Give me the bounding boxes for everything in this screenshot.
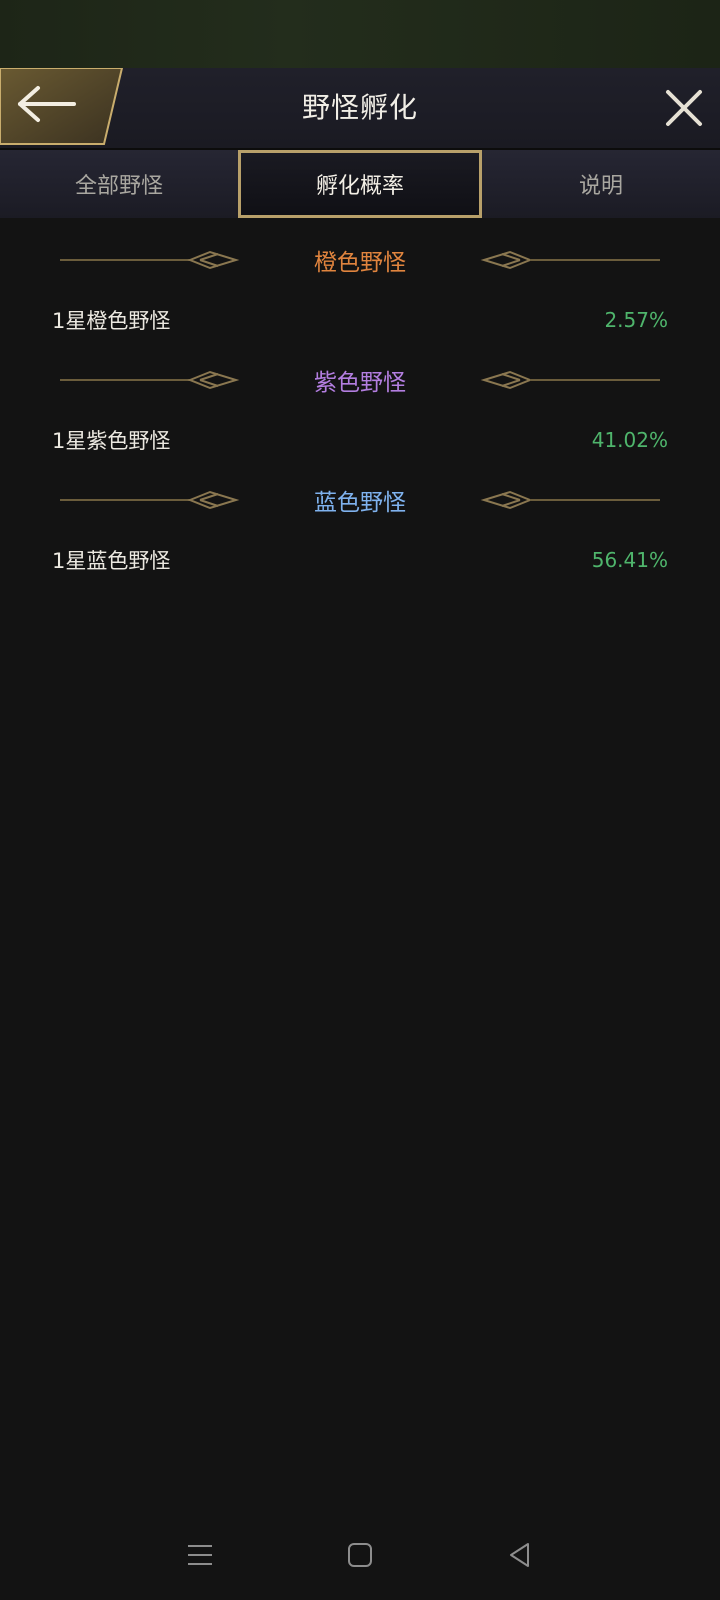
list-item: 1星蓝色野怪 56.41% — [0, 530, 720, 590]
list-item: 1星橙色野怪 2.57% — [0, 290, 720, 350]
tab-hatch-probability[interactable]: 孵化概率 — [238, 150, 482, 218]
status-area — [0, 0, 720, 68]
tab-description[interactable]: 说明 — [482, 150, 720, 218]
section-header-orange: 橙色野怪 — [0, 230, 720, 290]
right-ornament-icon — [480, 490, 660, 510]
tab-all-monsters[interactable]: 全部野怪 — [0, 150, 238, 218]
tab-bar: 全部野怪 孵化概率 说明 — [0, 150, 720, 218]
back-triangle-icon[interactable] — [500, 1535, 540, 1575]
back-button[interactable] — [0, 68, 124, 148]
close-icon — [666, 90, 702, 126]
section-title-purple: 紫色野怪 — [314, 370, 406, 396]
menu-icon[interactable] — [180, 1535, 220, 1575]
system-nav-bar — [0, 1510, 720, 1600]
monster-name: 1星橙色野怪 — [52, 309, 171, 333]
list-item: 1星紫色野怪 41.02% — [0, 410, 720, 470]
left-ornament-icon — [60, 370, 240, 390]
probability-value: 2.57% — [604, 308, 668, 332]
monster-name: 1星蓝色野怪 — [52, 549, 171, 573]
monster-name: 1星紫色野怪 — [52, 429, 171, 453]
left-ornament-icon — [60, 250, 240, 270]
probability-value: 41.02% — [591, 428, 668, 452]
probability-list: 橙色野怪 1星橙色野怪 2.57% 紫色野怪 1星紫色野怪 41.02% 蓝色野… — [0, 230, 720, 590]
section-header-blue: 蓝色野怪 — [0, 470, 720, 530]
home-icon[interactable] — [340, 1535, 380, 1575]
back-arrow-icon — [0, 68, 124, 145]
left-ornament-icon — [60, 490, 240, 510]
close-button[interactable] — [662, 86, 706, 130]
right-ornament-icon — [480, 370, 660, 390]
section-title-blue: 蓝色野怪 — [314, 490, 406, 516]
right-ornament-icon — [480, 250, 660, 270]
header-bar: 野怪孵化 — [0, 68, 720, 150]
probability-value: 56.41% — [591, 548, 668, 572]
section-header-purple: 紫色野怪 — [0, 350, 720, 410]
section-title-orange: 橙色野怪 — [314, 250, 406, 276]
